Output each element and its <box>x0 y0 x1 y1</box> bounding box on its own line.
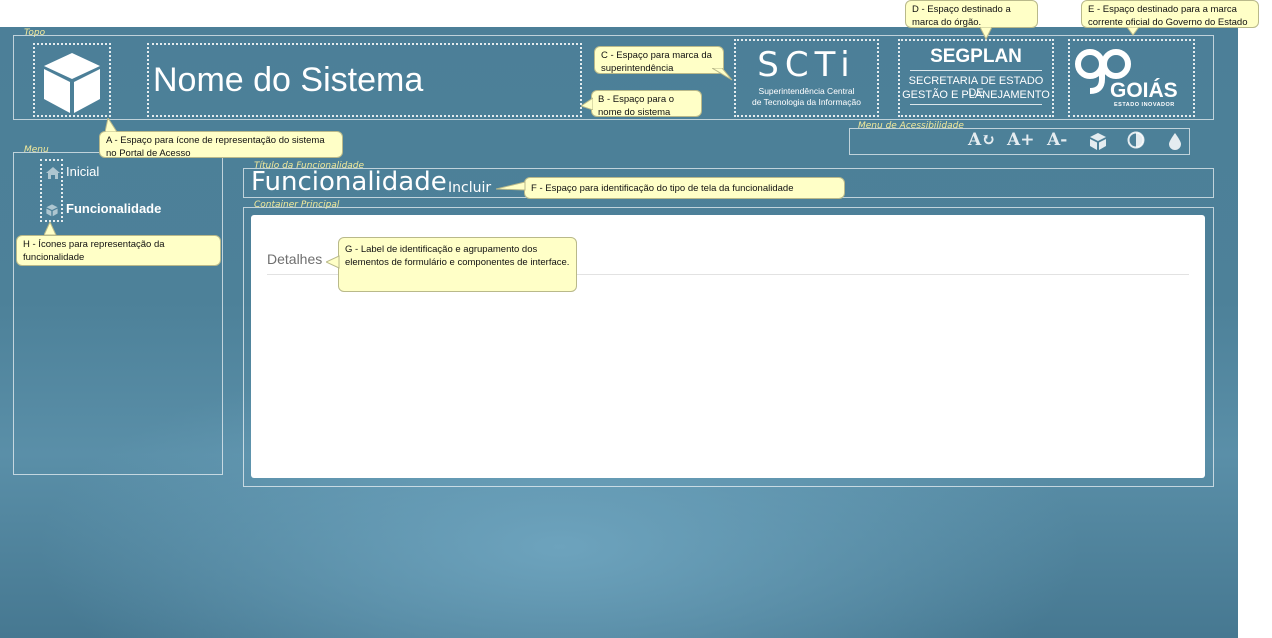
segplan-logo-mark: SEGPLAN <box>930 46 1022 67</box>
callout-f-pointer <box>496 181 526 191</box>
goias-logo-mark: GOIÁS <box>1110 79 1178 102</box>
callout-d-pointer <box>980 27 993 41</box>
system-name[interactable]: Nome do Sistema <box>153 61 423 100</box>
segplan-divider-bottom <box>910 104 1042 105</box>
callout-f-text: F - Espaço para identificação do tipo de… <box>531 183 794 194</box>
page-subtitle: Incluir <box>448 180 492 196</box>
callout-g-text: G - Label de identificação e agrupamento… <box>345 244 570 268</box>
font-increase-button[interactable]: A+ <box>1007 130 1034 150</box>
callout-f: F - Espaço para identificação do tipo de… <box>524 177 845 199</box>
callout-b: B - Espaço para o nome do sistema <box>591 90 702 118</box>
accessibility-legend: Menu de Acessibilidade <box>858 121 964 131</box>
callout-a-pointer <box>105 118 118 132</box>
callout-d-text: D - Espaço destinado a marca do órgão. <box>912 4 1011 28</box>
segplan-logo-line2: GESTÃO E PLANEJAMENTO <box>902 89 1050 101</box>
section-label: Detalhes <box>267 251 323 267</box>
callout-g-pointer <box>326 255 340 269</box>
callout-e: E - Espaço destinado para a marca corren… <box>1081 0 1259 28</box>
goias-logo-tagline: ESTADO INOVADOR <box>1114 102 1175 108</box>
menu-legend: Menu <box>24 145 49 155</box>
scti-logo-line1: Superintendência Central <box>758 86 855 96</box>
menu-item-funcionalidade[interactable]: Funcionalidade <box>44 201 214 219</box>
callout-e-text: E - Espaço destinado para a marca corren… <box>1088 4 1248 28</box>
callout-e-pointer <box>1127 27 1140 36</box>
callout-h-text: H - Ícones para representação da funcion… <box>23 239 165 263</box>
scti-logo-line2: de Tecnologia da Informação <box>751 97 861 107</box>
menu-item-label: Funcionalidade <box>66 201 162 216</box>
goias-logo-box[interactable]: GOIÁS ESTADO INOVADOR <box>1068 39 1195 117</box>
cube-mode-icon[interactable] <box>1088 131 1108 151</box>
font-decrease-button[interactable]: A- <box>1047 130 1067 150</box>
home-icon <box>46 167 60 179</box>
callout-h-pointer <box>44 222 57 236</box>
cube-icon <box>44 53 100 113</box>
callout-c-text: C - Espaço para marca da superintendênci… <box>601 50 712 74</box>
callout-c: C - Espaço para marca da superintendênci… <box>594 46 724 74</box>
callout-a: A - Espaço para ícone de representação d… <box>99 131 343 159</box>
page-title: Funcionalidade <box>251 167 447 197</box>
segplan-logo-box[interactable]: SEGPLAN SECRETARIA DE ESTADO DE GESTÃO E… <box>898 39 1054 117</box>
menu-item-label: Inicial <box>66 164 100 179</box>
callout-d: D - Espaço destinado a marca do órgão. <box>905 0 1038 28</box>
callout-b-text: B - Espaço para o nome do sistema <box>598 94 675 118</box>
callout-b-pointer <box>581 97 593 110</box>
color-drop-icon[interactable] <box>1168 132 1182 150</box>
callout-c-pointer <box>712 68 733 81</box>
callout-g: G - Label de identificação e agrupamento… <box>338 237 577 292</box>
cube-icon <box>46 204 58 217</box>
main-legend: Container Principal <box>254 200 340 210</box>
menu-item-inicial[interactable]: Inicial <box>44 164 204 182</box>
segplan-divider <box>910 70 1042 71</box>
scti-logo-mark: SCTi <box>757 45 856 85</box>
system-name-box: Nome do Sistema <box>147 43 582 117</box>
system-icon-box[interactable] <box>33 43 111 117</box>
contrast-icon[interactable] <box>1127 131 1145 149</box>
scti-logo-box[interactable]: SCTi Superintendência Central de Tecnolo… <box>734 39 879 117</box>
callout-h: H - Ícones para representação da funcion… <box>16 235 221 266</box>
font-reset-button[interactable]: A↻ <box>968 130 995 150</box>
callout-a-text: A - Espaço para ícone de representação d… <box>106 135 325 159</box>
header-legend: Topo <box>24 28 46 38</box>
